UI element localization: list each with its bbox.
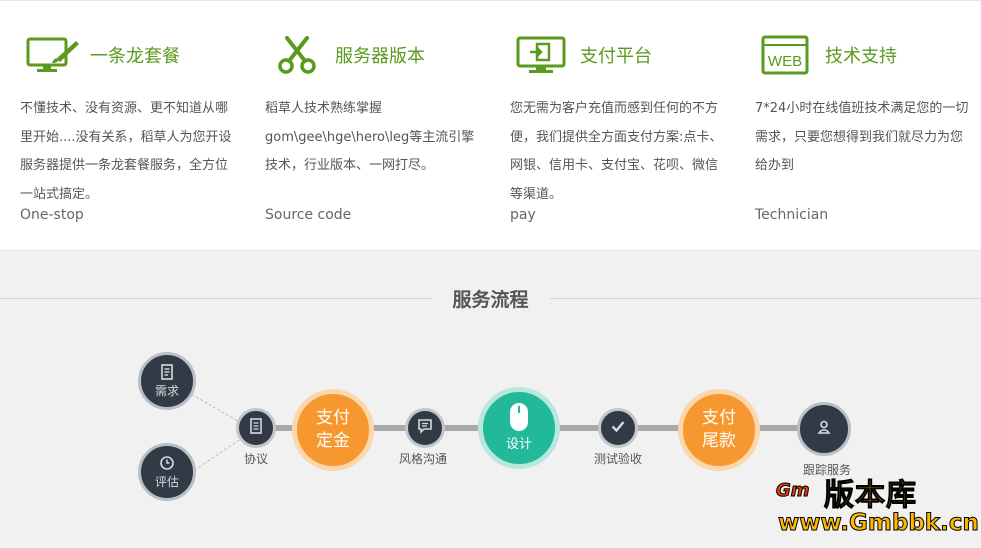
step-label: 支付尾款 [702,408,736,451]
step-style-label: 风格沟通 [399,452,448,466]
feature-description: 稻草人技术熟练掌握gom\gee\hge\hero\leg等主流引擎技术，行业版… [265,101,475,173]
step-agreement-label: 协议 [244,452,269,466]
step-design[interactable]: 设计 [478,387,560,469]
monitor-login-icon [516,35,572,75]
svg-text:WEB: WEB [768,53,802,70]
step-follow[interactable] [797,402,851,456]
step-label: 需求 [154,384,179,398]
feature-header: 支付平台 [516,35,652,75]
feature-title: 技术支持 [825,46,897,67]
watermark-url: www.Gmbbk.cn [778,510,980,537]
feature-header: 服务器版本 [271,35,425,75]
step-label: 支付定金 [316,408,350,451]
flow-title-row: 服务流程 [0,283,981,313]
feature-header: 一条龙套餐 [26,35,180,75]
feature-title: 支付平台 [580,46,652,67]
feature-header: WEB 技术支持 [761,35,897,75]
step-style[interactable] [405,408,445,448]
step-demand[interactable]: 需求 [138,352,196,410]
features-section: 一条龙套餐 不懂技术、没有资源、更不知道从哪里开始....没有关系，稻草人为您开… [0,0,981,251]
step-test[interactable] [598,408,638,448]
feature-one-stop: 一条龙套餐 不懂技术、没有资源、更不知道从哪里开始....没有关系，稻草人为您开… [20,1,240,251]
step-final-payment[interactable]: 支付尾款 [678,389,760,471]
feature-description: 7*24小时在线值班技术满足您的一切需求，只要您想得到我们就尽力为您给办到 [755,101,969,173]
scissors-icon [271,35,327,75]
contract-icon [249,418,263,438]
web-window-icon: WEB [761,35,817,75]
feature-en-label: Source code [265,207,352,223]
check-icon [610,418,626,438]
document-icon [159,364,175,384]
chat-icon [417,418,433,438]
feature-title: 一条龙套餐 [90,46,180,67]
feature-source-code: 服务器版本 稻草人技术熟练掌握gom\gee\hge\hero\leg等主流引擎… [265,1,485,251]
monitor-brush-icon [26,35,82,75]
user-icon [816,419,832,439]
watermark-logo: Gm [776,480,811,502]
step-test-label: 测试验收 [594,452,643,466]
feature-technician: WEB 技术支持 7*24小时在线值班技术满足您的一切需求，只要您想得到我们就尽… [755,1,975,251]
step-label: 评估 [154,475,179,489]
mouse-icon [508,402,530,436]
flow-dash-lower [194,436,245,471]
watermark-name: 版本库 [824,478,917,514]
feature-pay: 支付平台 您无需为客户充值而感到任何的不方便，我们提供全方面支付方案:点卡、网银… [510,1,730,251]
step-label: 设计 [505,437,532,452]
feature-en-label: pay [510,207,536,223]
watermark: Gm 版本库 www.Gmbbk.cn [776,470,980,542]
step-deposit[interactable]: 支付定金 [292,389,374,471]
feature-description: 您无需为客户充值而感到任何的不方便，我们提供全方面支付方案:点卡、网银、信用卡、… [510,101,723,202]
clock-icon [159,455,175,475]
feature-en-label: Technician [755,207,829,223]
step-estimate[interactable]: 评估 [138,443,196,501]
feature-title: 服务器版本 [335,46,425,67]
feature-en-label: One-stop [20,207,84,223]
step-agreement[interactable] [236,408,276,448]
flow-title: 服务流程 [452,289,529,311]
feature-description: 不懂技术、没有资源、更不知道从哪里开始....没有关系，稻草人为您开设服务器提供… [20,101,232,202]
